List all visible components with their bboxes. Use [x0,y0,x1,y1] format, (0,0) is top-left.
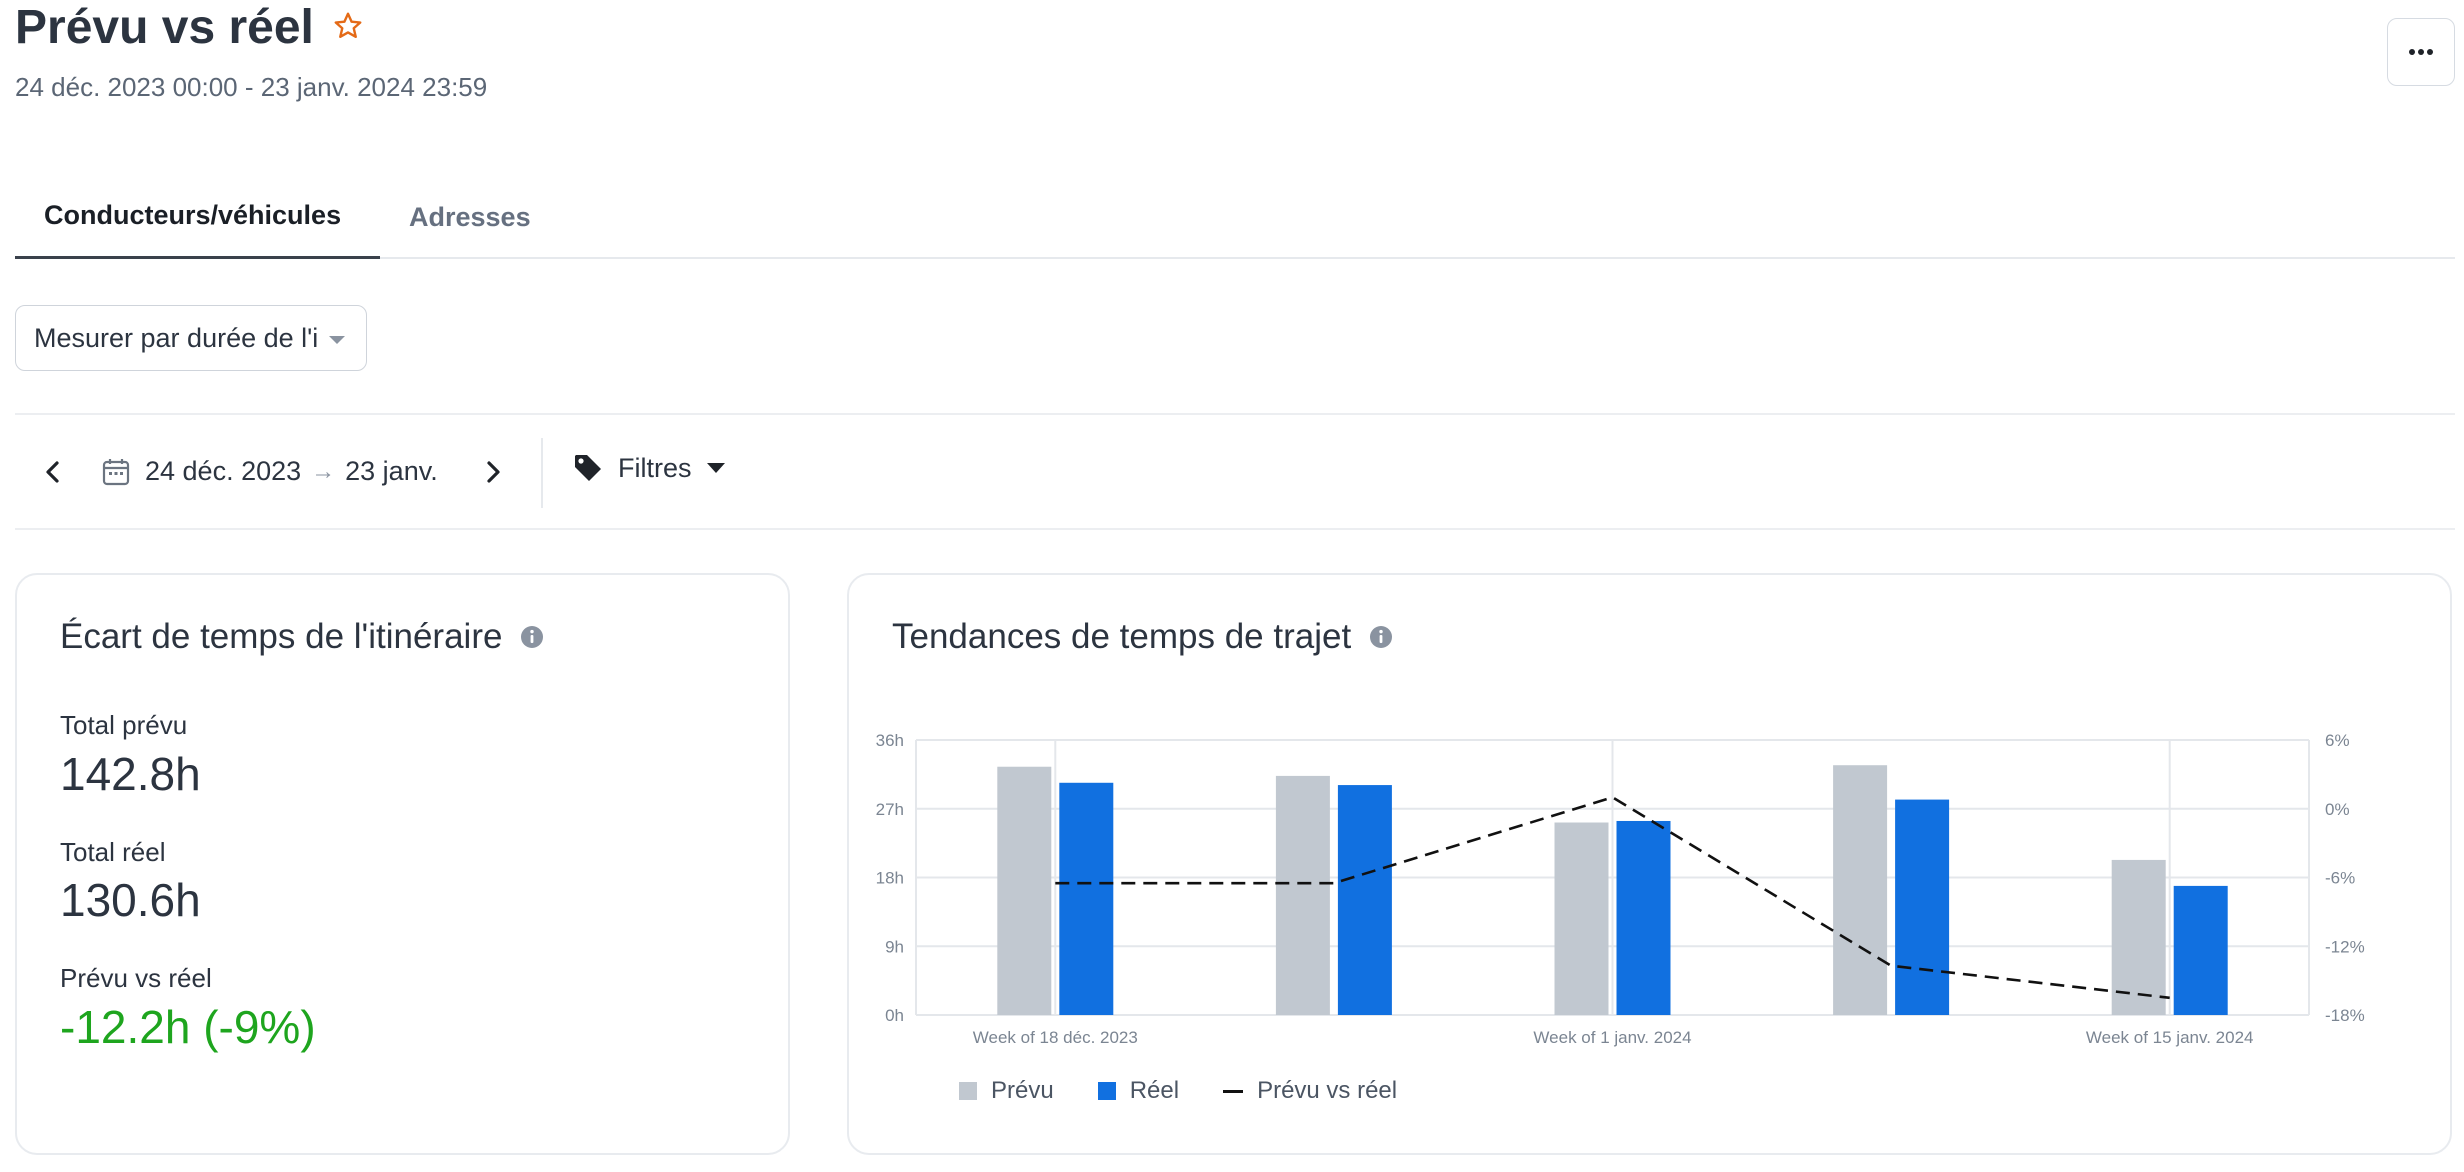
legend-swatch-variance [1223,1089,1244,1093]
date-end: 23 janv. [345,456,438,486]
date-toolbar: 24 déc. 2023 → 23 janv. Filtres [15,430,2455,514]
chevron-down-icon [329,336,345,344]
date-start: 24 déc. 2023 [145,456,302,486]
total-actual-label: Total réel [60,837,166,867]
report-date-range: 24 déc. 2023 00:00 - 23 janv. 2024 23:59 [15,72,488,102]
filters-label: Filtres [618,452,692,483]
date-range-picker[interactable]: 24 déc. 2023 → 23 janv. [145,456,438,487]
bar-actual [2173,885,2228,1015]
measure-select-value: Mesurer par durée de l'i [34,322,319,353]
legend-item-variance[interactable]: Prévu vs réel [1223,1077,1397,1105]
y-right-tick-label: 0% [2325,800,2350,819]
caret-down-icon [706,463,725,473]
y-right-tick-label: -18% [2325,1006,2365,1025]
calendar-icon [102,459,130,486]
x-tick-label: Week of 15 janv. 2024 [2086,1028,2254,1047]
planned-vs-actual-label: Prévu vs réel [60,963,212,993]
y-left-tick-label: 27h [876,800,904,819]
y-left-tick-label: 36h [876,731,904,750]
bar-actual [1337,785,1392,1015]
y-left-tick-label: 9h [885,937,904,956]
legend-label-planned: Prévu [991,1077,1054,1104]
y-right-tick-label: -6% [2325,869,2355,888]
page-header: Prévu vs réel 24 déc. 2023 00:00 - 23 ja… [15,0,2455,110]
info-icon[interactable] [520,625,544,649]
legend-label-actual: Réel [1129,1077,1180,1104]
chevron-right-icon[interactable] [475,454,511,490]
x-tick-label: Week of 1 janv. 2024 [1533,1028,1691,1047]
more-dots-icon [2409,49,2433,55]
legend-item-planned[interactable]: Prévu [959,1077,1054,1105]
toolbar-separator [541,438,543,508]
y-right-tick-label: -12% [2325,937,2365,956]
filters-button[interactable]: Filtres [572,452,726,484]
legend-swatch-actual [1097,1082,1116,1100]
bar-planned [1833,765,1888,1015]
tab-bar: Conducteurs/véhicules Adresses [15,175,2455,259]
trend-chart: 0h -18% 9h -12% 18h -6% 27h 0% 36h 6% Week of 18 d… [876,731,2365,1047]
variance-card-title: Écart de temps de l'itinéraire [60,617,503,656]
total-planned-value: 142.8h [60,748,201,800]
planned-vs-actual-value: -12.2h (-9%) [60,1001,316,1053]
legend-swatch-planned [959,1082,977,1100]
title-row: Prévu vs réel [15,0,364,56]
total-planned-label: Total prévu [60,710,188,740]
chevron-left-icon[interactable] [35,454,71,490]
bar-actual [1616,820,1671,1015]
travel-time-trends-card: Tendances de temps de trajet 0h -18% 9h -12… [847,573,2452,1155]
route-time-variance-card: Écart de temps de l'itinéraire Total pré… [15,573,790,1155]
tab-addresses[interactable]: Adresses [380,175,560,259]
card-title: Écart de temps de l'itinéraire [60,617,544,657]
bar-actual [1895,799,1950,1015]
tag-icon [575,455,601,481]
y-left-tick-label: 0h [885,1006,904,1025]
more-options-button[interactable] [2387,18,2455,86]
divider [15,413,2455,415]
x-tick-label: Week of 18 déc. 2023 [973,1028,1138,1047]
y-right-tick-label: 6% [2325,731,2350,750]
legend-label-variance: Prévu vs réel [1257,1077,1398,1104]
star-icon[interactable] [332,10,364,42]
y-left-tick-label: 18h [876,869,904,888]
bar-actual [1059,782,1114,1015]
measure-select[interactable]: Mesurer par durée de l'i [15,305,367,371]
divider [15,528,2455,530]
bar-planned [1275,775,1330,1015]
arrow-right-icon: → [311,457,336,485]
bar-planned [997,766,1052,1015]
page-title: Prévu vs réel [15,1,314,54]
tab-drivers-vehicles[interactable]: Conducteurs/véhicules [15,175,380,259]
chart-legend: Prévu Réel Prévu vs réel [959,1077,1397,1105]
legend-item-actual[interactable]: Réel [1097,1077,1180,1105]
total-actual-value: 130.6h [60,874,201,926]
bar-planned [1554,822,1609,1015]
